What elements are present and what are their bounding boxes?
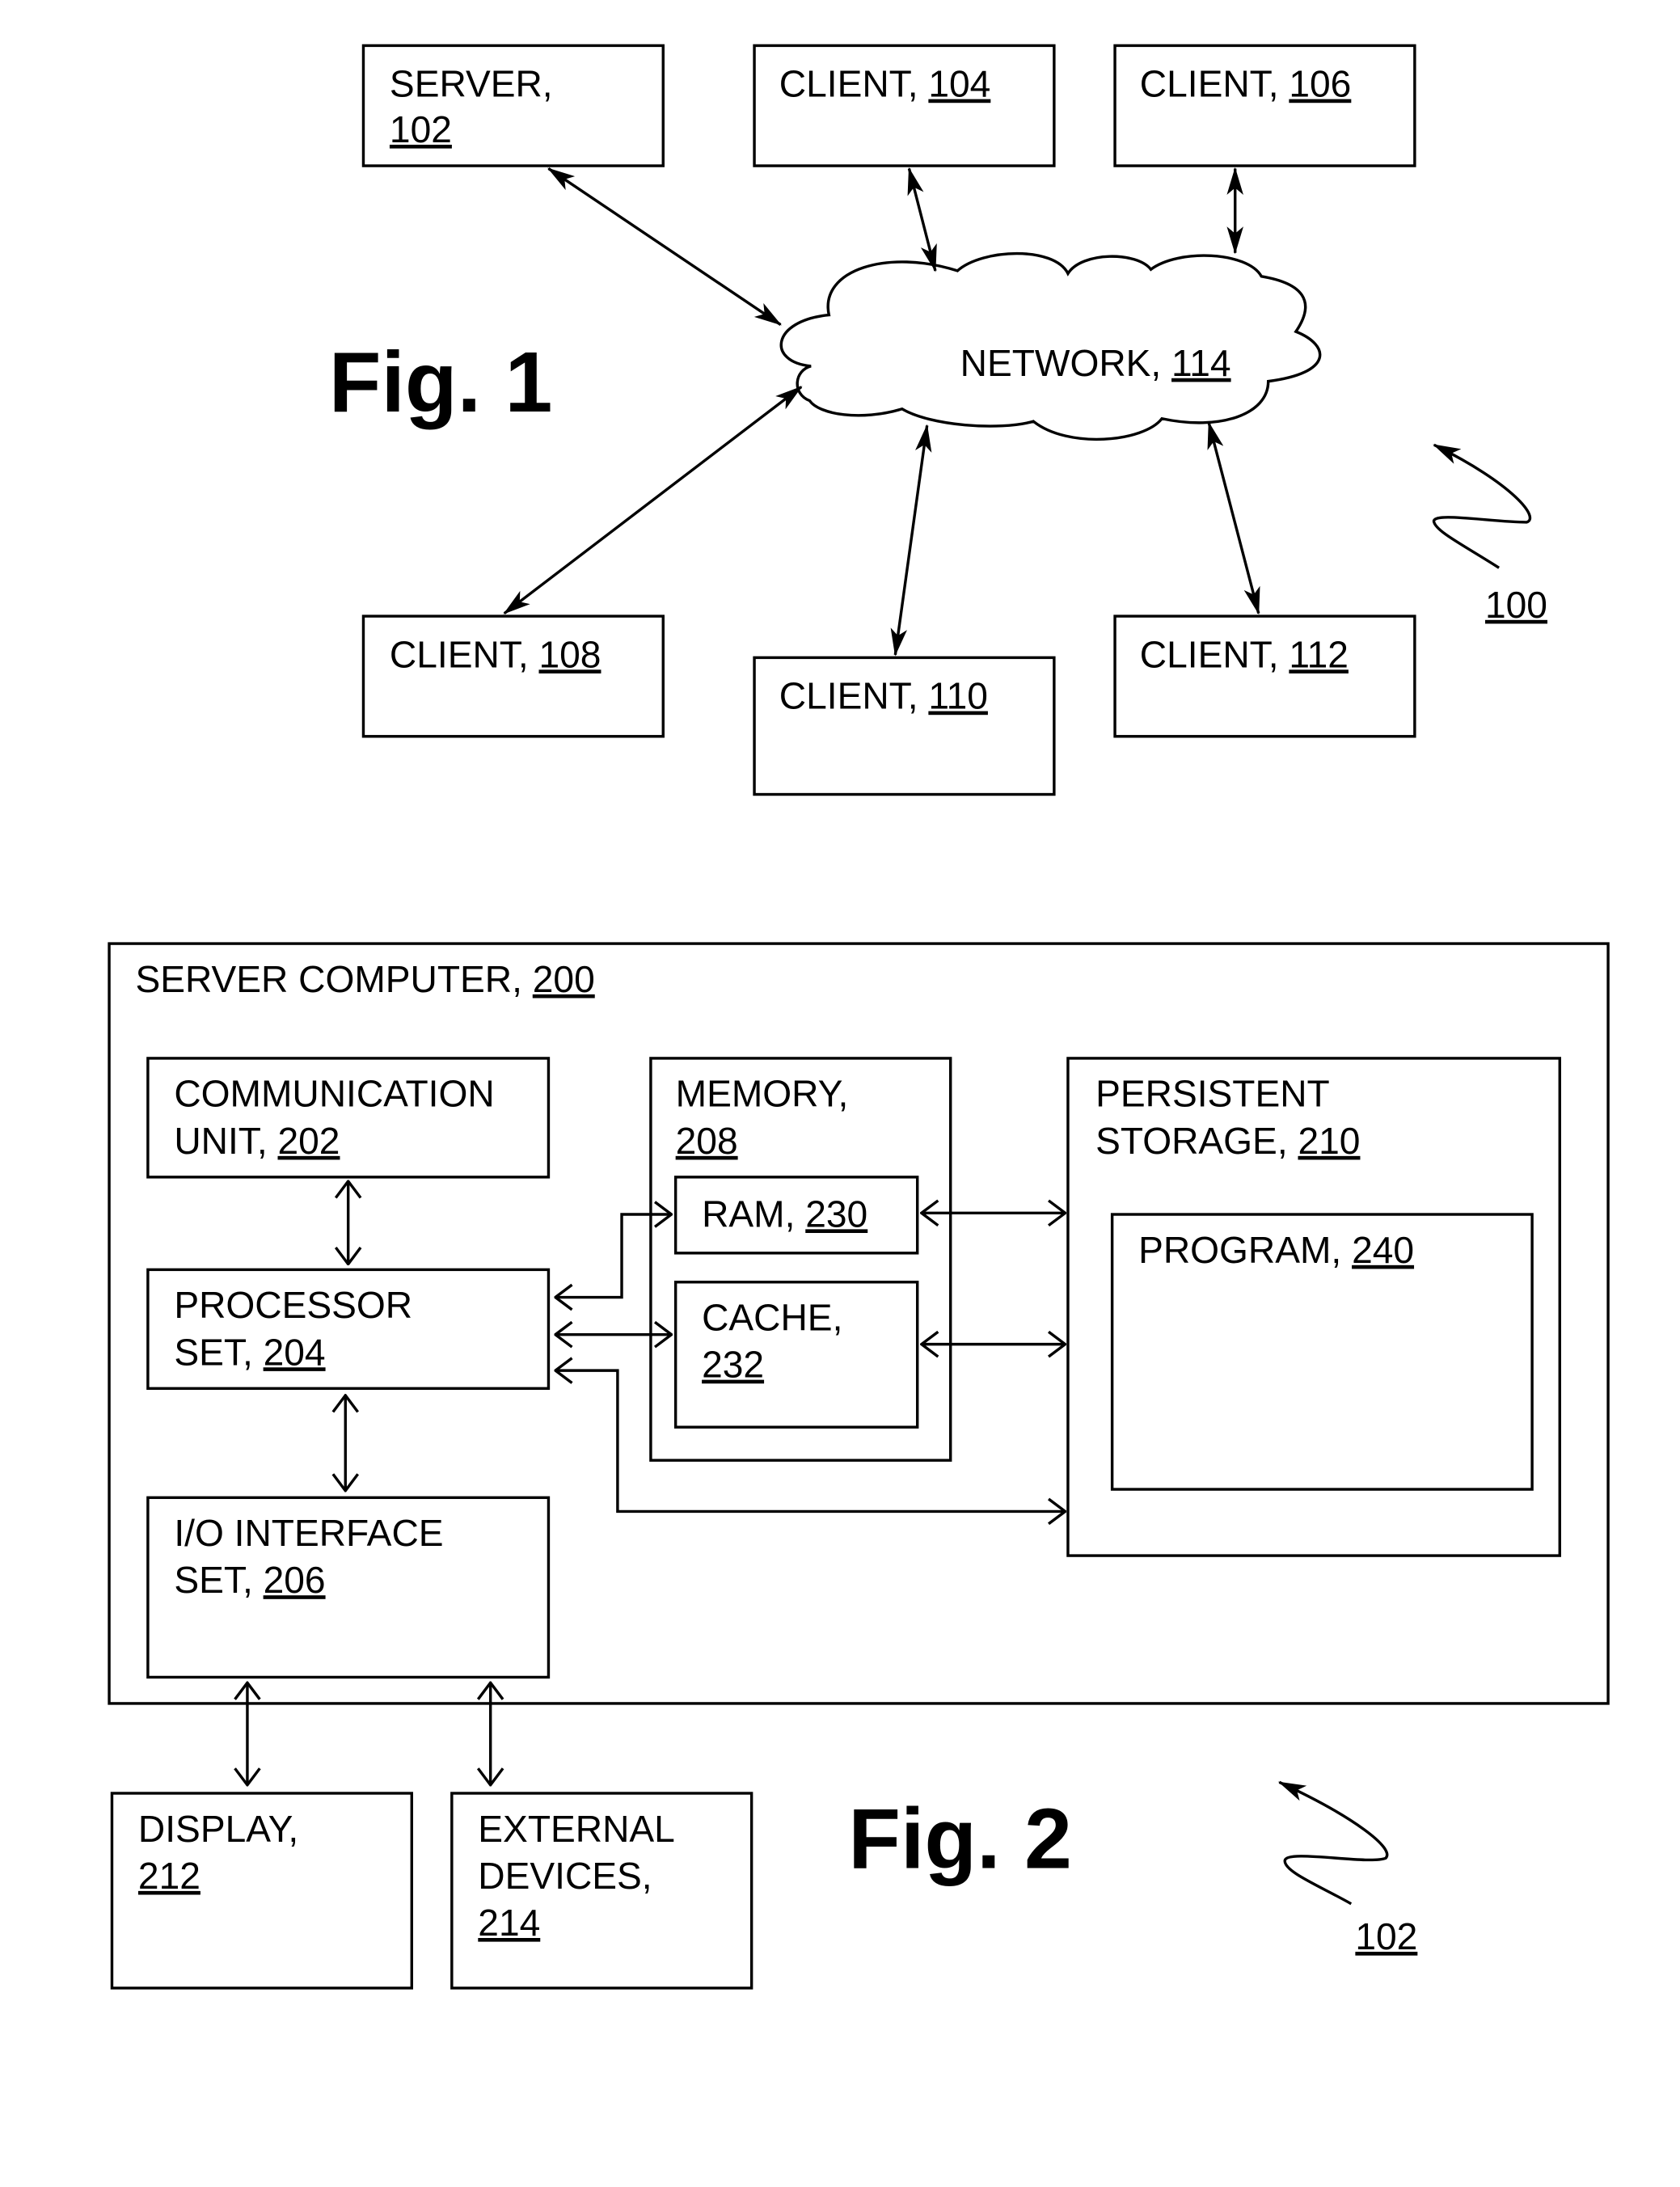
svg-text:CLIENT, 106: CLIENT, 106	[1140, 63, 1352, 105]
reference-102-label: 102	[1355, 1915, 1417, 1957]
client-108-box: CLIENT, 108	[361, 614, 665, 738]
arrow-processor-ram	[555, 1214, 672, 1298]
figure-1: SERVER, 102 CLIENT, 104 CLIENT, 106 CLIE…	[329, 44, 1547, 796]
memory-label: MEMORY,	[676, 1073, 849, 1115]
client-104-ref: 104	[928, 63, 990, 105]
processor-set-204-box: PROCESSOR SET, 204	[146, 1268, 551, 1391]
svg-text:SERVER COMPUTER, 200: SERVER COMPUTER, 200	[136, 958, 595, 1000]
persistent-storage-210-box: PERSISTENT STORAGE, 210	[1066, 1057, 1561, 1557]
cache-ref: 232	[702, 1344, 764, 1386]
external-devices-214-box: EXTERNAL DEVICES, 214	[450, 1792, 753, 1990]
io-interface-ref: 206	[264, 1559, 326, 1601]
reference-100-label: 100	[1485, 584, 1547, 626]
external-devices-ref: 214	[478, 1902, 540, 1944]
client-104-box: CLIENT, 104	[753, 44, 1056, 167]
arrow-client110-network	[890, 424, 932, 657]
svg-text:SET, 206: SET, 206	[174, 1559, 325, 1601]
communication-unit-line2: UNIT,	[174, 1120, 267, 1162]
external-devices-line1: EXTERNAL	[478, 1808, 675, 1850]
client-108-ref: 108	[539, 633, 602, 675]
ram-label: RAM,	[702, 1193, 795, 1235]
network-cloud: NETWORK, 114	[779, 251, 1322, 441]
svg-text:SET, 204: SET, 204	[174, 1331, 325, 1373]
program-ref: 240	[1352, 1229, 1414, 1271]
client-110-box: CLIENT, 110	[753, 656, 1056, 796]
io-interface-set-206-box: I/O INTERFACE SET, 206	[146, 1496, 551, 1679]
client-110-ref: 110	[928, 675, 988, 717]
processor-set-line2: SET,	[174, 1331, 252, 1373]
svg-text:CLIENT, 108: CLIENT, 108	[390, 633, 602, 675]
client-108-label: CLIENT,	[390, 633, 529, 675]
display-212-box: DISPLAY, 212	[110, 1792, 413, 1990]
client-112-ref: 112	[1289, 633, 1349, 675]
server-ref: 102	[390, 108, 452, 150]
arrow-server-network	[547, 167, 782, 326]
patent-drawing: SERVER, 102 CLIENT, 104 CLIENT, 106 CLIE…	[108, 44, 1610, 1990]
arrow-client104-network	[907, 167, 937, 272]
squiggle-arrow-icon	[1277, 1780, 1389, 1906]
ram-ref: 230	[805, 1193, 867, 1235]
svg-text:UNIT, 202: UNIT, 202	[174, 1120, 340, 1162]
network-ref: 114	[1171, 342, 1231, 384]
svg-text:NETWORK, 114: NETWORK, 114	[960, 342, 1231, 384]
svg-text:CLIENT, 104: CLIENT, 104	[779, 63, 991, 105]
external-devices-line2: DEVICES,	[478, 1855, 652, 1897]
processor-set-ref: 204	[264, 1331, 326, 1373]
server-102-box: SERVER, 102	[361, 44, 665, 167]
cache-label: CACHE,	[702, 1297, 842, 1339]
arrow-client112-network	[1207, 421, 1260, 615]
figure-1-title: Fig. 1	[329, 335, 553, 430]
figure-2: SERVER COMPUTER, 200 COMMUNICATION UNIT,…	[108, 942, 1610, 1990]
processor-set-line1: PROCESSOR	[174, 1284, 412, 1326]
client-104-label: CLIENT,	[779, 63, 918, 105]
communication-unit-ref: 202	[278, 1120, 340, 1162]
server-computer-label: SERVER COMPUTER,	[136, 958, 522, 1000]
cache-232-box: CACHE, 232	[673, 1281, 919, 1429]
io-interface-line1: I/O INTERFACE	[174, 1512, 443, 1554]
display-label: DISPLAY,	[138, 1808, 298, 1850]
program-240-box: PROGRAM, 240	[1110, 1213, 1534, 1491]
reference-100-indicator: 100	[1433, 443, 1547, 626]
display-ref: 212	[138, 1855, 201, 1897]
io-interface-line2: SET,	[174, 1559, 252, 1601]
svg-text:RAM, 230: RAM, 230	[702, 1193, 867, 1235]
client-112-box: CLIENT, 112	[1113, 614, 1416, 738]
program-label: PROGRAM,	[1138, 1229, 1341, 1271]
ram-230-box: RAM, 230	[673, 1176, 919, 1255]
reference-102-indicator: 102	[1277, 1780, 1417, 1957]
arrow-processor-storage	[555, 1370, 1066, 1511]
svg-text:CLIENT, 110: CLIENT, 110	[779, 675, 988, 717]
svg-text:PROGRAM, 240: PROGRAM, 240	[1138, 1229, 1414, 1271]
squiggle-arrow-icon	[1433, 443, 1532, 569]
persistent-storage-ref: 210	[1298, 1120, 1360, 1162]
client-106-label: CLIENT,	[1140, 63, 1279, 105]
client-106-ref: 106	[1289, 63, 1351, 105]
svg-text:STORAGE, 210: STORAGE, 210	[1095, 1120, 1360, 1162]
network-label: NETWORK,	[960, 342, 1162, 384]
memory-208-box: MEMORY, 208	[649, 1057, 952, 1462]
figure-2-title: Fig. 2	[848, 1791, 1072, 1886]
communication-unit-line1: COMMUNICATION	[174, 1073, 494, 1115]
svg-text:CLIENT, 112: CLIENT, 112	[1140, 633, 1349, 675]
memory-ref: 208	[676, 1120, 738, 1162]
client-112-label: CLIENT,	[1140, 633, 1279, 675]
persistent-storage-line2: STORAGE,	[1095, 1120, 1288, 1162]
server-computer-ref: 200	[533, 958, 595, 1000]
communication-unit-202-box: COMMUNICATION UNIT, 202	[146, 1057, 551, 1179]
client-106-box: CLIENT, 106	[1113, 44, 1416, 167]
persistent-storage-line1: PERSISTENT	[1095, 1073, 1330, 1115]
server-label: SERVER,	[390, 63, 553, 105]
client-110-label: CLIENT,	[779, 675, 918, 717]
